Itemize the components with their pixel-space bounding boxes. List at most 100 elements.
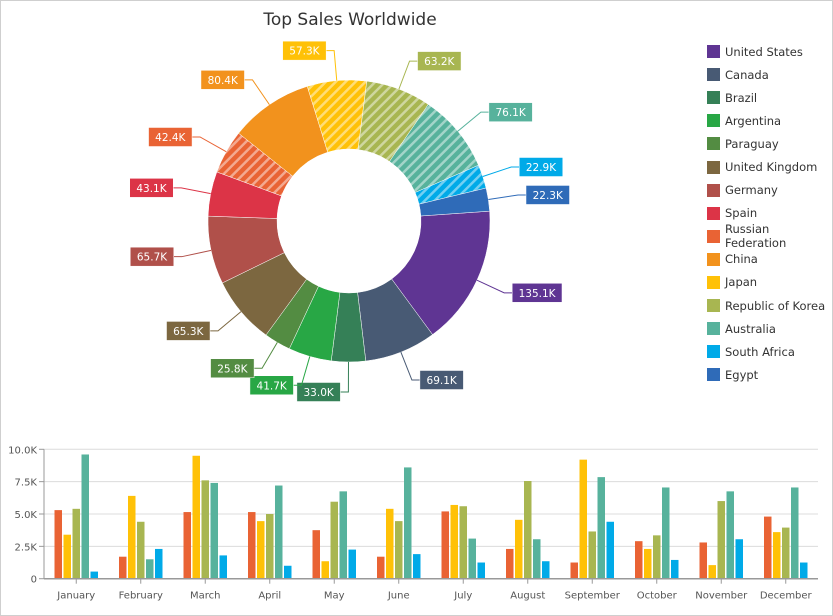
bar-south-africa-april[interactable] [284,565,292,579]
legend-item-russian-federation[interactable]: Russian Federation [707,222,833,250]
bar-australia-july[interactable] [468,538,477,579]
bar-russian-federation-may[interactable] [312,530,321,579]
bar-australia-october[interactable] [662,487,670,579]
bar-russian-federation-october[interactable] [635,541,643,579]
bar-japan-january[interactable] [63,534,72,579]
legend-swatch [707,68,720,82]
legend-item-japan[interactable]: Japan [707,271,833,294]
legend-label: Australia [725,321,776,336]
bar-japan-march[interactable] [192,455,201,579]
bar-republic-of-korea-march[interactable] [201,480,210,579]
legend: United States Canada Brazil Argentina Paragu… [707,40,833,386]
label-connector [476,279,513,294]
legend-swatch [707,137,720,151]
data-label-republic-of-korea: 63.2K [424,56,455,68]
legend-label: Germany [725,183,778,198]
bar-australia-march[interactable] [210,482,219,579]
bar-japan-october[interactable] [644,548,652,579]
legend-item-argentina[interactable]: Argentina [707,109,833,132]
legend-item-south-africa[interactable]: South Africa [707,340,833,363]
bar-russian-federation-february[interactable] [119,556,127,579]
bar-south-africa-may[interactable] [348,549,357,579]
bar-australia-february[interactable] [146,559,154,579]
bar-south-africa-july[interactable] [477,562,486,579]
bar-russian-federation-april[interactable] [248,512,256,579]
data-label-japan: 57.3K [289,46,320,58]
bar-republic-of-korea-april[interactable] [266,514,274,579]
bar-republic-of-korea-june[interactable] [395,521,403,579]
bar-australia-december[interactable] [791,487,799,579]
bar-south-africa-december[interactable] [800,562,808,579]
legend-label: Brazil [725,90,758,105]
bar-japan-november[interactable] [708,565,717,579]
bar-australia-may[interactable] [339,491,348,579]
legend-label: Argentina [725,113,782,128]
bar-republic-of-korea-august[interactable] [524,481,532,579]
bar-russian-federation-march[interactable] [183,512,192,579]
legend-swatch [707,45,720,59]
bar-south-africa-january[interactable] [90,571,99,579]
bar-japan-july[interactable] [450,504,459,579]
bar-japan-may[interactable] [321,561,330,579]
legend-item-republic-of-korea[interactable]: Republic of Korea [707,294,833,317]
bar-russian-federation-july[interactable] [441,511,450,579]
legend-swatch [707,252,720,266]
legend-item-egypt[interactable]: Egypt [707,363,833,386]
bar-republic-of-korea-february[interactable] [137,521,145,579]
bar-japan-august[interactable] [515,519,523,579]
bar-republic-of-korea-january[interactable] [72,508,81,579]
bar-south-africa-march[interactable] [219,555,228,579]
bar-japan-september[interactable] [579,459,588,579]
bar-south-africa-october[interactable] [671,559,679,579]
legend-item-china[interactable]: China [707,248,833,271]
bar-south-africa-february[interactable] [155,548,163,579]
bar-republic-of-korea-november[interactable] [717,501,726,579]
label-connector [293,356,311,386]
bar-australia-august[interactable] [533,539,541,579]
bar-japan-december[interactable] [773,532,781,579]
bar-south-africa-august[interactable] [542,561,550,579]
bar-russian-federation-january[interactable] [54,510,63,579]
bar-japan-april[interactable] [257,521,265,579]
data-label-russian-federation: 42.4K [155,132,186,144]
data-label-germany: 65.7K [137,252,168,264]
legend-item-spain[interactable]: Spain [707,202,833,225]
bar-japan-june[interactable] [386,508,394,579]
legend-swatch [707,91,720,105]
bar-republic-of-korea-december[interactable] [782,527,790,579]
legend-item-australia[interactable]: Australia [707,317,833,340]
bar-australia-september[interactable] [597,477,606,579]
bar-japan-february[interactable] [128,495,136,579]
label-connector [398,60,418,90]
label-connector [210,311,242,332]
label-connector [192,136,227,153]
bar-australia-january[interactable] [81,454,90,579]
bar-russian-federation-june[interactable] [377,556,385,579]
bar-russian-federation-august[interactable] [506,548,514,579]
bar-republic-of-korea-october[interactable] [653,535,661,579]
bar-russian-federation-december[interactable] [764,516,772,579]
bar-australia-june[interactable] [404,467,412,579]
legend-label: Republic of Korea [725,298,826,313]
bar-south-africa-november[interactable] [735,539,744,579]
bar-south-africa-june[interactable] [413,554,421,579]
donut-chart: 135.1K 69.1K 33.0K 41.7K 25.8K 65.3K 65.7K 43.1… [129,40,570,402]
bar-republic-of-korea-july[interactable] [459,506,468,579]
bar-australia-november[interactable] [726,491,735,579]
legend-item-germany[interactable]: Germany [707,179,833,202]
bar-south-africa-september[interactable] [606,521,615,579]
label-connector [254,342,278,369]
legend-item-united-kingdom[interactable]: United Kingdom [707,155,833,178]
legend-item-canada[interactable]: Canada [707,63,833,86]
bar-russian-federation-september[interactable] [570,562,579,579]
bar-australia-april[interactable] [275,485,283,579]
legend-item-paraguay[interactable]: Paraguay [707,132,833,155]
bar-republic-of-korea-september[interactable] [588,531,597,579]
label-connector [173,187,211,195]
data-label-canada: 69.1K [427,375,458,387]
legend-item-brazil[interactable]: Brazil [707,86,833,109]
bar-russian-federation-november[interactable] [699,542,708,579]
legend-item-united-states[interactable]: United States [707,40,833,63]
data-label-egypt: 22.3K [533,190,564,202]
bar-republic-of-korea-may[interactable] [330,501,339,579]
